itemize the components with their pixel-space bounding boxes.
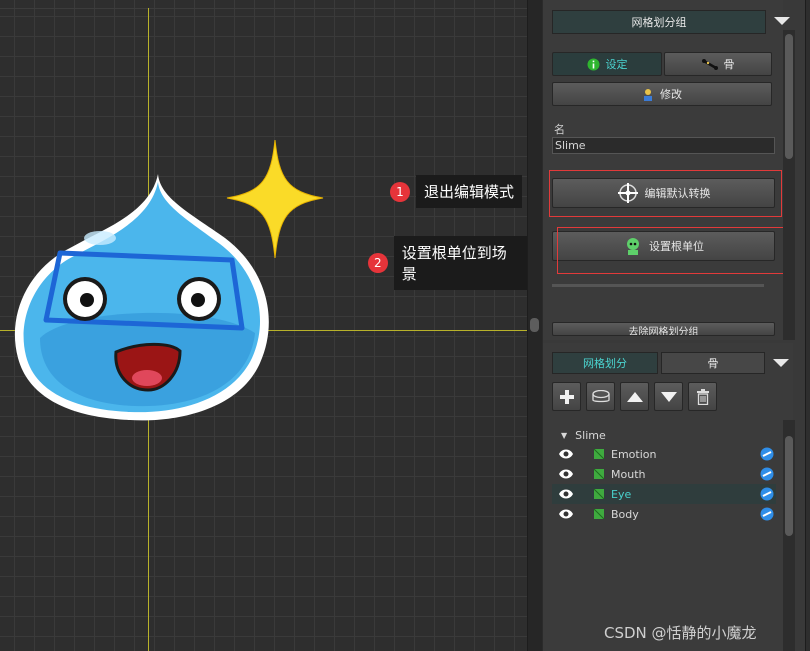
sparkle-icon bbox=[226, 139, 324, 259]
modify-button[interactable]: 修改 bbox=[552, 82, 772, 106]
tab-mesh[interactable]: 网格划分 bbox=[552, 352, 658, 374]
tree-root[interactable]: ▼ Slime bbox=[561, 425, 606, 445]
callout-badge: 1 bbox=[390, 181, 410, 202]
mesh-icon bbox=[593, 508, 605, 520]
add-icon bbox=[559, 389, 574, 404]
mesh-list-scrollbar[interactable] bbox=[783, 420, 795, 651]
eye-visibility-icon[interactable] bbox=[558, 448, 574, 460]
mesh-icon bbox=[593, 468, 605, 480]
watermark: CSDN @恬静的小魔龙 bbox=[604, 624, 757, 642]
tree-item-label: Body bbox=[611, 507, 639, 521]
mesh-group-header[interactable]: 网格划分组 bbox=[552, 10, 766, 34]
viewport-top-edge bbox=[0, 8, 528, 9]
partial-hidden-button[interactable]: 去除网格划分组 bbox=[552, 322, 775, 336]
mesh-icon bbox=[593, 448, 605, 460]
tree-item-label: Eye bbox=[611, 487, 632, 501]
modify-button-label: 修改 bbox=[660, 88, 682, 101]
viewport-scrollbar[interactable] bbox=[527, 0, 542, 651]
tree-item-emotion[interactable]: Emotion bbox=[552, 444, 776, 464]
tab-settings-label: 设定 bbox=[605, 58, 628, 71]
eye-visibility-icon[interactable] bbox=[558, 468, 574, 480]
bone-link-icon[interactable] bbox=[759, 487, 775, 501]
callout-label: 设置根单位到场景 bbox=[393, 236, 528, 290]
collapse-triangle-icon[interactable] bbox=[773, 359, 789, 367]
highlight-box-1 bbox=[549, 170, 782, 217]
tab-mesh-bone[interactable]: 骨 bbox=[661, 352, 765, 374]
info-icon bbox=[587, 58, 599, 70]
right-panel: 网格划分组 设定 骨 修改 名 Slime 编辑默认转换 设置根单位 去除网格划… bbox=[543, 0, 810, 651]
tab-bone-label: 骨 bbox=[723, 58, 735, 71]
bone-link-icon[interactable] bbox=[759, 447, 775, 461]
user-icon bbox=[644, 88, 652, 101]
mesh-layer-button[interactable] bbox=[586, 382, 615, 411]
tree-root-label: Slime bbox=[575, 428, 606, 442]
tab-settings[interactable]: 设定 bbox=[552, 52, 662, 76]
move-down-icon bbox=[660, 391, 677, 402]
mesh-group-scrollbar[interactable] bbox=[783, 30, 795, 340]
partial-button-label: 去除网格划分组 bbox=[628, 327, 699, 336]
highlight-box-2 bbox=[557, 227, 788, 274]
tree-item-body[interactable]: Body bbox=[552, 504, 776, 524]
mesh-list-scrollbar-thumb[interactable] bbox=[785, 436, 793, 536]
move-up-button[interactable] bbox=[620, 382, 649, 411]
mesh-group-scrollbar-thumb[interactable] bbox=[785, 34, 793, 159]
tab-bone[interactable]: 骨 bbox=[664, 52, 772, 76]
callout-badge: 2 bbox=[368, 253, 388, 273]
callout-exit-edit-mode: 1 退出编辑模式 bbox=[390, 175, 523, 208]
add-button[interactable] bbox=[552, 382, 581, 411]
trash-icon bbox=[696, 388, 709, 405]
eye-visibility-icon[interactable] bbox=[558, 488, 574, 500]
eye-visibility-icon[interactable] bbox=[558, 508, 574, 520]
tree-item-eye[interactable]: Eye bbox=[552, 484, 776, 504]
tree-item-mouth[interactable]: Mouth bbox=[552, 464, 776, 484]
collapse-triangle-icon[interactable] bbox=[774, 17, 790, 25]
section-divider bbox=[552, 284, 764, 287]
right-edge-panel bbox=[805, 0, 810, 651]
viewport-scrollbar-thumb[interactable] bbox=[530, 318, 539, 332]
name-label: 名 bbox=[554, 123, 565, 136]
bone-link-icon[interactable] bbox=[759, 467, 775, 481]
tree-item-label: Mouth bbox=[611, 467, 646, 481]
scene-viewport[interactable]: 1 退出编辑模式 2 设置根单位到场景 bbox=[0, 0, 528, 651]
move-down-button[interactable] bbox=[654, 382, 683, 411]
bone-link-icon[interactable] bbox=[759, 507, 775, 521]
callout-label: 退出编辑模式 bbox=[416, 175, 523, 208]
mesh-layer-icon bbox=[591, 389, 610, 402]
name-field[interactable]: Slime bbox=[552, 137, 775, 154]
expand-arrow-icon[interactable]: ▼ bbox=[561, 431, 567, 440]
bone-icon bbox=[701, 59, 718, 70]
callout-set-root-unit: 2 设置根单位到场景 bbox=[368, 236, 528, 290]
mesh-icon bbox=[593, 488, 605, 500]
move-up-icon bbox=[626, 391, 643, 402]
delete-button[interactable] bbox=[688, 382, 717, 411]
tree-item-label: Emotion bbox=[611, 447, 657, 461]
